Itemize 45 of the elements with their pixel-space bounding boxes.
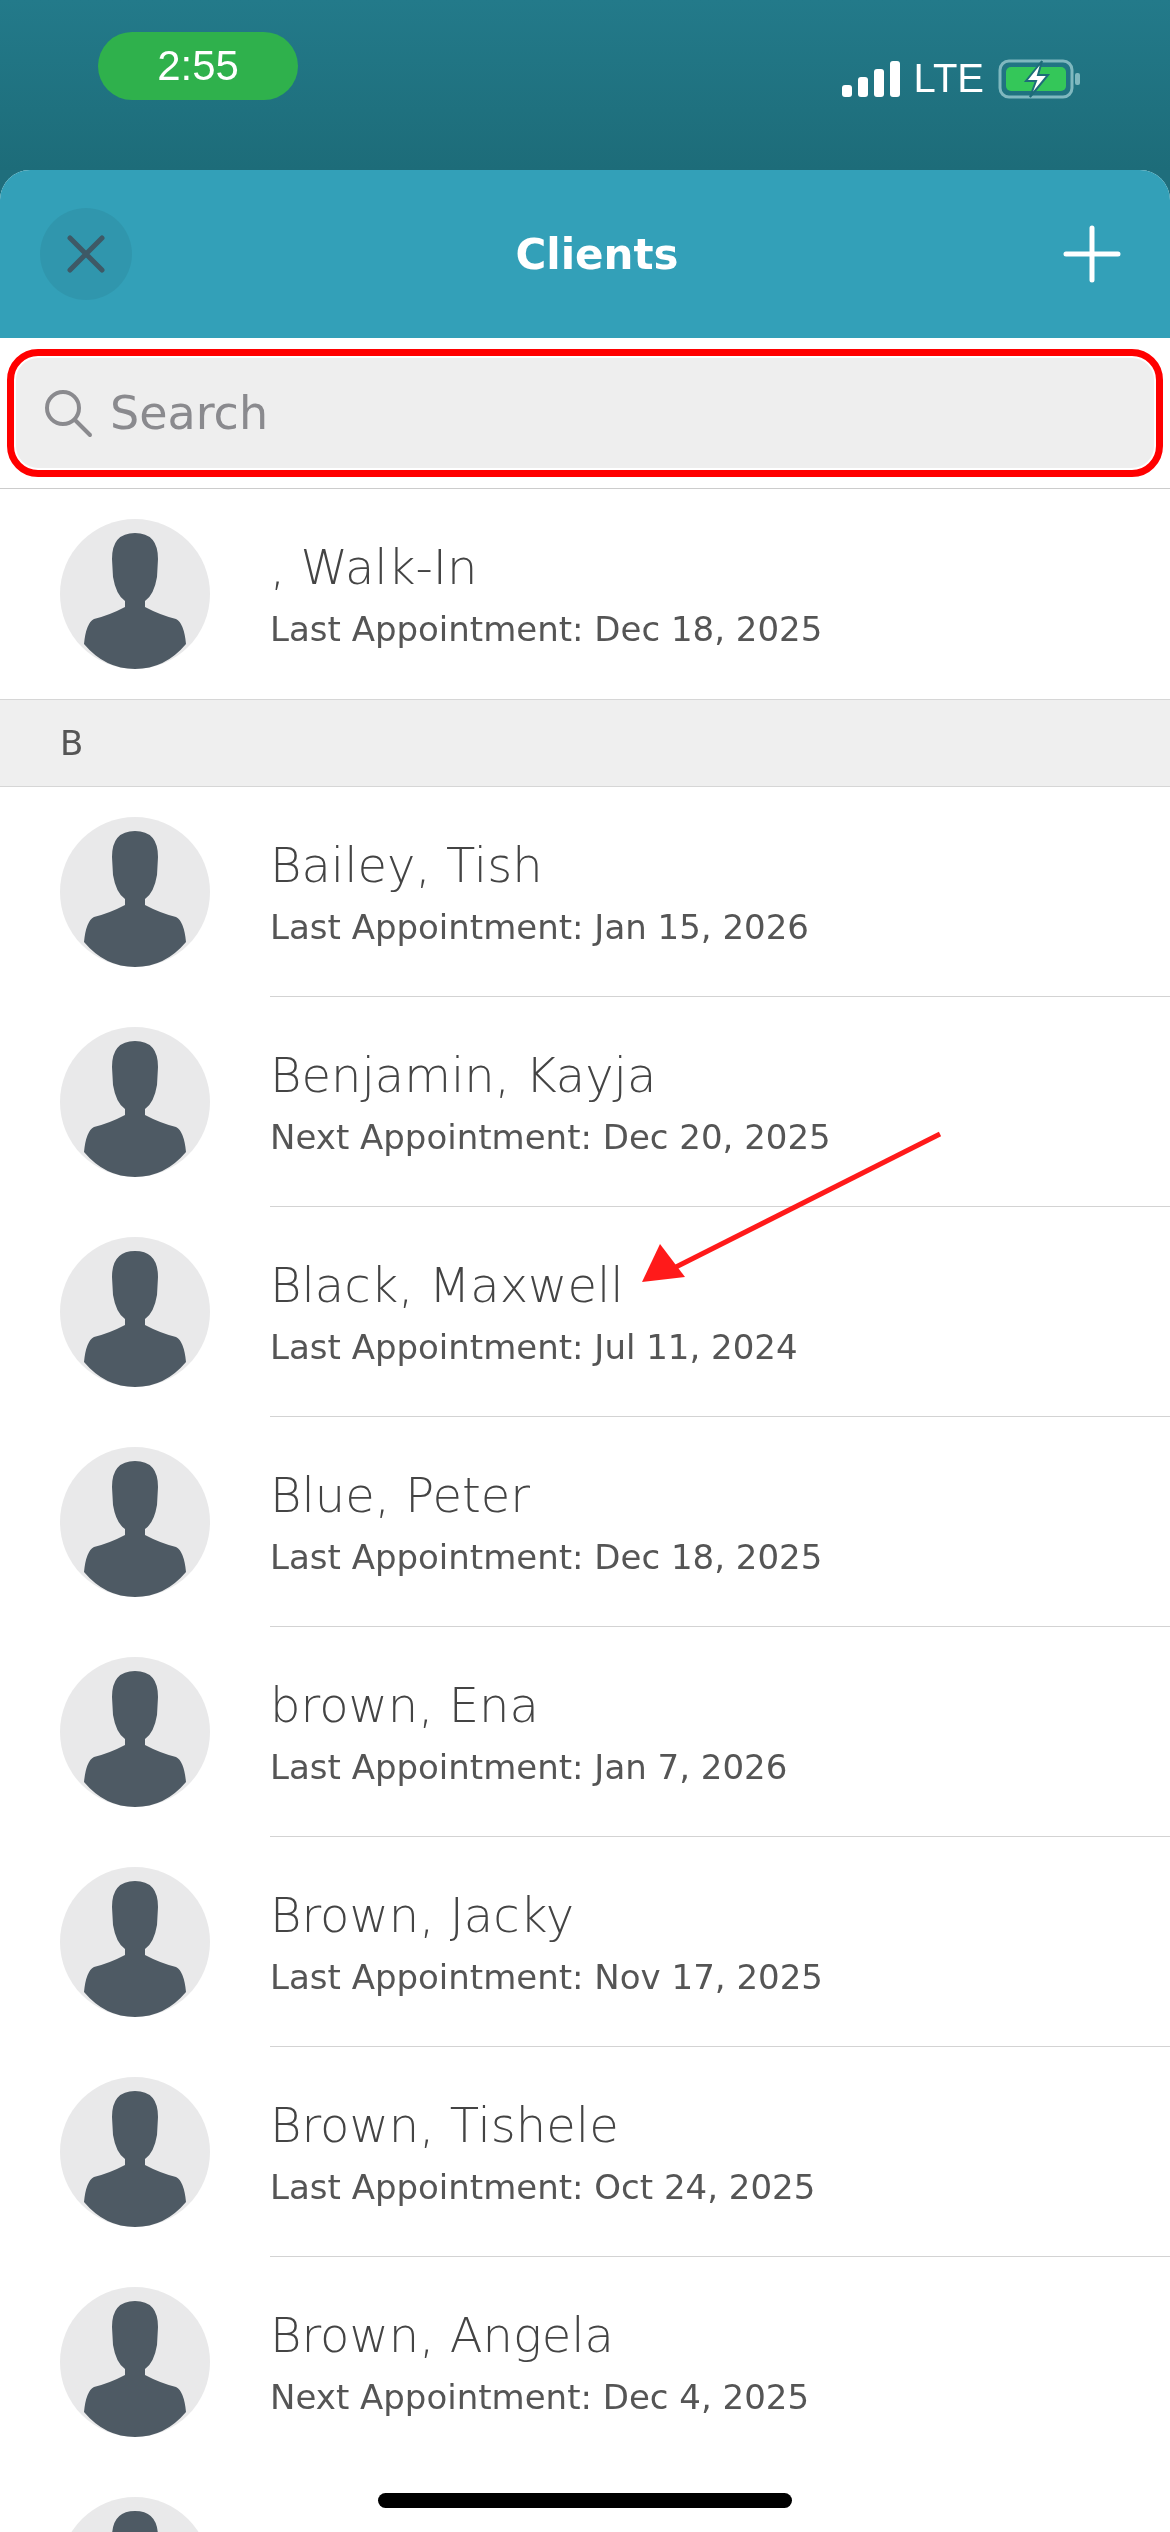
avatar-icon — [60, 519, 210, 669]
client-row[interactable]: Brown, Tishele Last Appointment: Oct 24, 2025 — [270, 2047, 1170, 2257]
appointment-date: Last Appointment: Nov 17, 2025 — [270, 1956, 824, 1997]
avatar-icon — [60, 1867, 210, 2017]
appointment-date: Last Appointment: Dec 18, 2025 — [270, 1536, 824, 1577]
client-name: Brown, Angela — [270, 2307, 615, 2363]
client-name: Black, Maxwell — [270, 1256, 625, 1313]
client-row[interactable]: brown, Ena Last Appointment: Jan 7, 2026 — [270, 1627, 1170, 1837]
avatar-icon — [60, 1027, 210, 1177]
client-row[interactable]: Bailey, Tish Last Appointment: Jan 15, 2026 — [270, 787, 1170, 997]
plus-icon — [1062, 224, 1122, 284]
client-name: Blue, Peter — [270, 1466, 532, 1523]
client-row[interactable]: Brown, Angela Next Appointment: Dec 4, 2025 — [270, 2257, 1170, 2467]
add-button[interactable] — [1062, 224, 1122, 284]
appointment-date: Last Appointment: Jan 7, 2026 — [270, 1746, 789, 1787]
appointment-date: Last Appointment: Dec 18, 2025 — [270, 609, 824, 649]
client-name: Bailey, Tish — [270, 836, 544, 893]
avatar-icon — [60, 1237, 210, 1387]
network-label: LTE — [913, 56, 984, 101]
avatar-icon — [60, 1447, 210, 1597]
client-row[interactable]: Benjamin, Kayja Next Appointment: Dec 20, 2025 — [270, 997, 1170, 1207]
battery-charging-icon — [998, 58, 1082, 99]
appointment-date: Last Appointment: Oct 24, 2025 — [270, 2166, 817, 2207]
appointment-date: Last Appointment: Jul 11, 2024 — [270, 1326, 799, 1367]
appointment-date: Last Appointment: Jan 15, 2026 — [270, 906, 810, 947]
client-name: Brown, Jacky — [270, 1886, 576, 1943]
avatar-icon — [60, 817, 210, 967]
search-icon — [42, 387, 94, 439]
section-letter: B — [60, 723, 84, 763]
client-name: Benjamin, Kayja — [270, 1046, 658, 1103]
appointment-date: Next Appointment: Dec 4, 2025 — [270, 2377, 811, 2417]
signal-icon — [841, 60, 900, 97]
client-name: , Walk-In — [270, 539, 479, 595]
appointment-date: Next Appointment: Dec 20, 2025 — [270, 1116, 832, 1157]
close-icon — [66, 234, 106, 274]
status-time: 2:55 — [98, 32, 298, 100]
screen-title: Clients — [515, 229, 679, 279]
client-name: brown, Ena — [270, 1676, 540, 1733]
client-name: Brown, Tishele — [270, 2096, 620, 2153]
client-row[interactable]: Brown, Jacky Last Appointment: Nov 17, 2025 — [270, 1837, 1170, 2047]
avatar-icon — [60, 2077, 210, 2227]
client-row[interactable]: Blue, Peter Last Appointment: Dec 18, 2025 — [270, 1417, 1170, 1627]
avatar-icon — [60, 1657, 210, 1807]
avatar-icon — [60, 2287, 210, 2437]
client-row[interactable]: , Walk-In Last Appointment: Dec 18, 2025 — [270, 489, 1170, 699]
